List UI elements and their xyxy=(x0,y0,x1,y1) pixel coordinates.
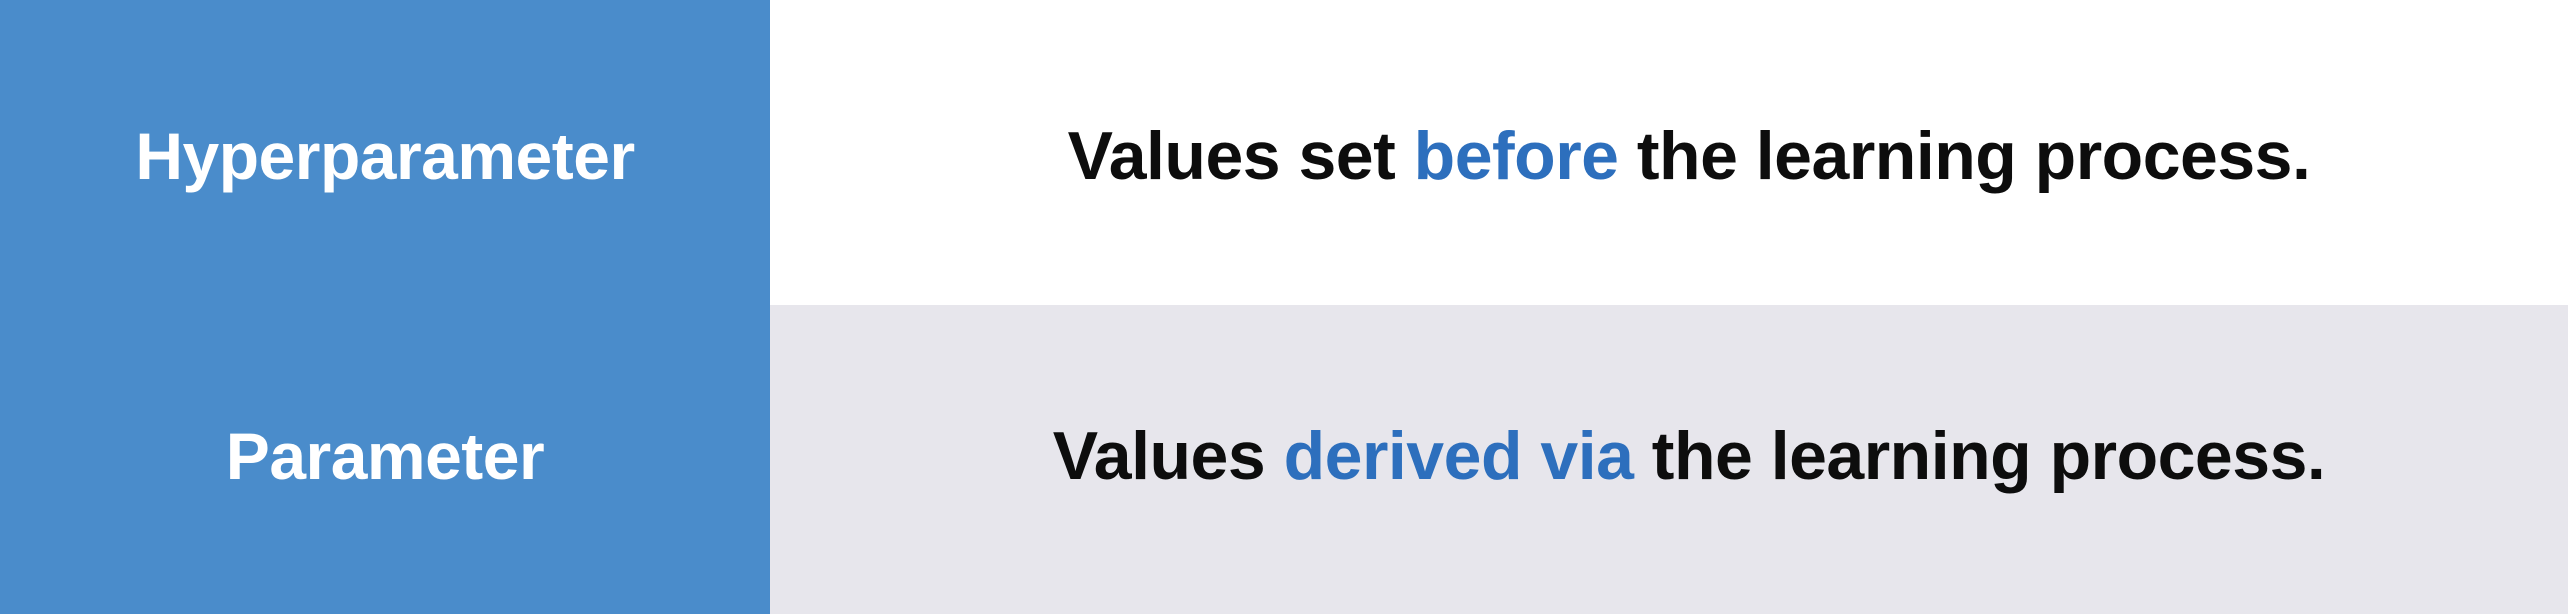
definition-text-end: the learning process. xyxy=(1633,417,2326,494)
definition-text-end: the learning process. xyxy=(1618,117,2311,194)
table-row-hyperparameter: Hyperparameter Values set before the lea… xyxy=(0,0,2568,305)
table-row-parameter: Parameter Values derived via the learnin… xyxy=(0,305,2568,614)
definition-text-start: Values set xyxy=(1067,117,1414,194)
comparison-table: Hyperparameter Values set before the lea… xyxy=(0,0,2568,614)
definition-text-start: Values xyxy=(1052,417,1284,494)
definition-cell-hyperparameter: Values set before the learning process. xyxy=(770,0,2568,305)
term-label: Hyperparameter xyxy=(135,118,635,193)
definition-highlight: derived via xyxy=(1283,417,1634,494)
definition-cell-parameter: Values derived via the learning process. xyxy=(770,305,2568,614)
term-cell-hyperparameter: Hyperparameter xyxy=(0,0,770,305)
term-cell-parameter: Parameter xyxy=(0,305,770,614)
definition-highlight: before xyxy=(1413,117,1619,194)
term-label: Parameter xyxy=(225,418,545,493)
